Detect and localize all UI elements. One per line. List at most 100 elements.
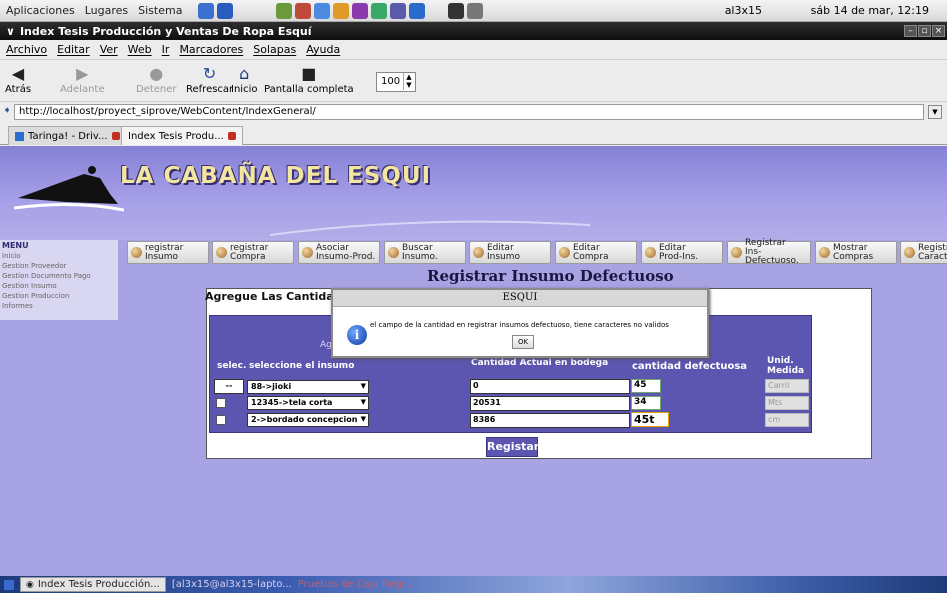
nav-mostrar-compras[interactable]: Mostrar Compras [815,241,897,264]
insumo-select[interactable]: 88->jioki ▼ [247,380,369,394]
ok-button[interactable]: OK [512,335,534,349]
user-icon [645,247,656,258]
taringa-favicon-icon [15,131,24,141]
cantidad-bodega-field[interactable]: 0 [470,379,630,394]
menu-archivo[interactable]: Archivo [6,43,47,56]
app-icon[interactable] [390,2,407,19]
home-icon: ⌂ [239,63,250,83]
task-terminal[interactable]: [al3x15@al3x15-lapto... [172,579,292,590]
nav-registrar-insumo[interactable]: registrar Insumo [127,241,209,264]
app-icon[interactable] [276,2,293,19]
forward-arrow-icon: ▶ [76,63,89,83]
word-icon[interactable] [217,2,234,19]
nav-label: Insumo-Prod. [316,251,376,262]
browser-icon: ◉ [26,579,34,590]
menu-editar[interactable]: Editar [57,43,90,56]
cantidad-defectuosa-input[interactable]: 34 [631,396,661,410]
tab-taringa[interactable]: Taringa! - Driv... [8,126,127,145]
nav-label: Insumo [487,251,521,262]
menu-solapas[interactable]: Solapas [253,43,296,56]
app-icon[interactable] [371,2,388,19]
banner-swoosh [270,220,590,236]
row-check-placeholder[interactable]: -- [214,379,244,394]
app-icon[interactable] [333,2,350,19]
menubar: Archivo Editar Ver Web Ir Marcadores Sol… [0,40,947,60]
nav-editar-insumo[interactable]: Editar Insumo [469,241,551,264]
menu-sistema[interactable]: Sistema [138,4,182,17]
sidebar-item-documento-pago[interactable]: Gestion Documento Pago [2,272,91,280]
monitor-icon[interactable] [467,2,484,19]
menu-aplicaciones[interactable]: Aplicaciones [6,4,75,17]
stop-button[interactable]: ● Detener [136,64,177,96]
nav-registrar-compra[interactable]: registrar Compra [212,241,294,264]
header-selec: selec. [217,361,247,371]
window-title: Index Tesis Producción y Ventas De Ropa … [19,24,312,38]
clock[interactable]: sáb 14 de mar, 12:19 [811,4,929,17]
user-icon [388,247,399,258]
nav-registrar-ins-defectuoso[interactable]: Registrar Ins-Defectuoso. [727,239,811,266]
menu-marcadores[interactable]: Marcadores [179,43,243,56]
sidebar-item-informes[interactable]: Informes [2,302,33,310]
sidebar-item-produccion[interactable]: Gestion Produccion [2,292,69,300]
fullscreen-button[interactable]: ■ Pantalla completa [264,63,354,96]
url-dropdown-icon[interactable]: ▼ [928,105,942,119]
cantidad-defectuosa-input[interactable]: 45t [631,412,669,427]
task-label: Pruebas de Caja Negr... [297,579,415,590]
reload-button[interactable]: ↻ Refrescar [186,64,233,96]
row-checkbox[interactable] [216,415,226,425]
close-tab-icon[interactable] [111,132,120,140]
stop-label: Detener [136,84,177,95]
menu-lugares[interactable]: Lugares [85,4,128,17]
sidebar-item-proveedor[interactable]: Gestion Proveedor [2,262,66,270]
home-button[interactable]: ⌂ Inicio [231,63,257,96]
header-cantidad: Cantidad Actual en bodega [471,358,609,368]
zoom-stepper-icon[interactable]: ▲ ▼ [403,73,414,90]
nav-label: Ins-Defectuoso. [745,247,799,266]
task-browser[interactable]: ◉ Index Tesis Producción... [20,577,166,592]
tab-index-tesis[interactable]: Index Tesis Produ... [121,126,243,145]
terminal-icon[interactable] [448,2,465,19]
task-pruebas[interactable]: Pruebas de Caja Negr... [298,579,415,590]
menu-ayuda[interactable]: Ayuda [306,43,340,56]
show-desktop-icon[interactable] [4,579,14,590]
app-icon[interactable] [352,2,369,19]
back-label: Atrás [5,84,32,95]
nav-label: Insumo. [402,251,438,262]
cantidad-bodega-field[interactable]: 20531 [470,396,630,411]
site-title: LA CABAÑA DEL ESQUI [120,163,432,189]
user-icon [302,247,313,258]
maximize-button[interactable]: ▫ [918,25,931,37]
forward-button[interactable]: ▶ Adelante [60,63,104,96]
window-menu-icon[interactable]: ∨ [6,25,15,38]
insumo-select[interactable]: 2->bordado concepcion ▼ [247,413,369,427]
sidebar-item-insumo[interactable]: Gestion Insumo [2,282,57,290]
menu-ir[interactable]: Ir [162,43,170,56]
unidad-medida-field: cm [765,413,809,427]
user-icon [216,247,227,258]
unidad-medida-field: Carril [765,379,809,393]
registrar-submit-button[interactable]: Registar [486,437,539,457]
menu-ver[interactable]: Ver [100,43,118,56]
insumo-select[interactable]: 12345->tela corta ▼ [247,396,369,410]
url-input[interactable]: http://localhost/proyect_siprove/WebCont… [14,104,924,120]
app-icon[interactable] [295,2,312,19]
app-icon[interactable] [409,2,426,19]
dialog-title: ESQUI [333,290,707,307]
nav-registrar-caracteristica[interactable]: Registr Caract [900,241,947,264]
close-button[interactable]: × [932,25,945,37]
cantidad-defectuosa-input[interactable]: 45 [631,379,661,393]
menu-web[interactable]: Web [128,43,152,56]
close-tab-icon[interactable] [227,132,236,140]
cantidad-bodega-field[interactable]: 8386 [470,413,630,428]
back-button[interactable]: ◀ Atrás [5,64,32,96]
nav-editar-prod-ins[interactable]: Editar Prod-Ins. [641,241,723,264]
nav-asociar-insumo-prod[interactable]: Asociar Insumo-Prod. [298,241,380,264]
app-icon[interactable] [314,2,331,19]
fullscreen-icon: ■ [301,63,317,83]
nav-buscar-insumo[interactable]: Buscar Insumo. [384,241,466,264]
nav-editar-compra[interactable]: Editar Compra [555,241,637,264]
mail-icon[interactable] [198,2,215,19]
sidebar-item-inicio[interactable]: Inicio [2,252,21,260]
row-checkbox[interactable] [216,398,226,408]
minimize-button[interactable]: – [904,25,917,37]
